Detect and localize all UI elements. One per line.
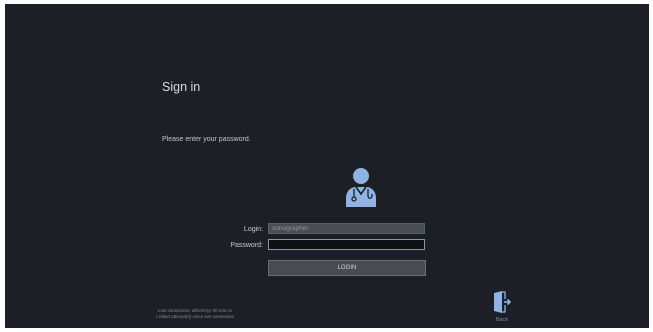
last-connection-info: Last connection: dd/mm/yy hh:mm:ss x fai… <box>125 308 265 320</box>
login-button[interactable]: LOGIN <box>268 260 426 276</box>
sign-in-screen: Sign in Please enter your password. Logi… <box>5 4 649 328</box>
login-label: Login: <box>243 226 263 233</box>
instruction-text: Please enter your password. <box>162 136 251 143</box>
login-field[interactable] <box>268 223 425 234</box>
back-label: Back <box>495 317 509 323</box>
password-label: Password: <box>230 242 263 249</box>
page-title: Sign in <box>162 80 201 94</box>
doctor-user-icon <box>346 168 376 207</box>
exit-door-icon <box>494 291 511 313</box>
back-button[interactable]: Back <box>485 290 519 328</box>
failed-attempts-text: x failed attempt(s) since last connectio… <box>155 314 235 319</box>
password-field[interactable] <box>268 239 425 250</box>
